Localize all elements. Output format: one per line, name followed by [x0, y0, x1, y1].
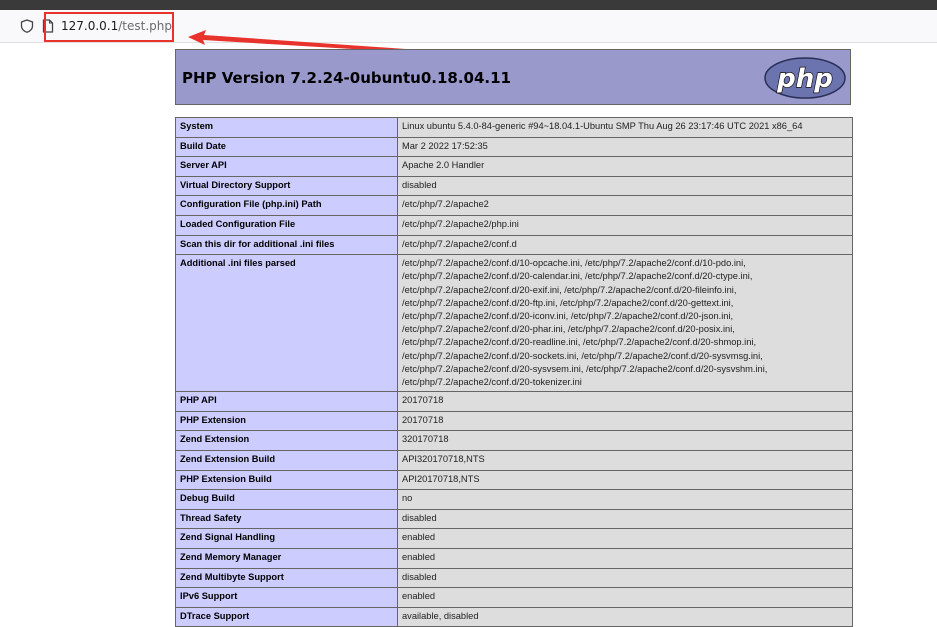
- row-label: Build Date: [175, 136, 398, 158]
- row-value: enabled: [397, 528, 853, 549]
- row-label: Zend Extension Build: [175, 449, 398, 471]
- table-row: PHP API 20170718: [175, 391, 853, 412]
- row-value: 20170718: [397, 391, 853, 412]
- row-value: API20170718,NTS: [397, 469, 853, 491]
- row-value: Apache 2.0 Handler: [397, 156, 853, 177]
- row-value: API320170718,NTS: [397, 449, 853, 471]
- row-label: PHP Extension: [175, 410, 398, 432]
- row-label: Scan this dir for additional .ini files: [175, 234, 398, 256]
- row-label: Virtual Directory Support: [175, 175, 398, 197]
- row-label: Server API: [175, 156, 398, 177]
- table-row: PHP Extension Build API20170718,NTS: [175, 469, 853, 491]
- table-row: Server API Apache 2.0 Handler: [175, 156, 853, 177]
- annotation-highlight-box: [44, 12, 174, 42]
- table-row: Configuration File (php.ini) Path/etc/ph…: [175, 195, 853, 216]
- row-value: available, disabled: [397, 606, 853, 627]
- table-row: Loaded Configuration File/etc/php/7.2/ap…: [175, 214, 853, 236]
- php-header: PHP Version 7.2.24-0ubuntu0.18.04.11 php: [175, 49, 851, 105]
- row-value: Linux ubuntu 5.4.0-84-generic #94~18.04.…: [397, 117, 853, 138]
- table-row: Zend Memory Manager enabled: [175, 547, 853, 569]
- table-row: Zend Extension Build API320170718,NTS: [175, 449, 853, 471]
- row-value: 20170718: [397, 410, 853, 432]
- php-logo: php: [764, 57, 846, 99]
- row-label: System: [175, 117, 398, 138]
- row-label: Zend Extension: [175, 430, 398, 451]
- row-label: Debug Build: [175, 489, 398, 510]
- row-value: Mar 2 2022 17:52:35: [397, 136, 853, 158]
- row-label: Additional .ini files parsed: [175, 254, 398, 393]
- table-row: System Linux ubuntu 5.4.0-84-generic #94~…: [175, 117, 853, 138]
- page-title: PHP Version 7.2.24-0ubuntu0.18.04.11: [182, 69, 511, 87]
- row-label: Zend Multibyte Support: [175, 567, 398, 589]
- row-value: /etc/php/7.2/apache2/conf.d: [397, 234, 853, 256]
- table-row: Build Date Mar 2 2022 17:52:35: [175, 136, 853, 158]
- table-row: Additional .ini files parsed/etc/php/7.2…: [175, 254, 853, 393]
- row-label: PHP Extension Build: [175, 469, 398, 491]
- row-value: /etc/php/7.2/apache2/php.ini: [397, 214, 853, 236]
- window-titlebar: [0, 0, 937, 10]
- row-label: Zend Signal Handling: [175, 528, 398, 549]
- row-label: Configuration File (php.ini) Path: [175, 195, 398, 216]
- row-label: Loaded Configuration File: [175, 214, 398, 236]
- table-row: Scan this dir for additional .ini files /…: [175, 234, 853, 256]
- row-value: no: [397, 489, 853, 510]
- table-row: Debug Build no: [175, 489, 853, 510]
- php-info-table: System Linux ubuntu 5.4.0-84-generic #94~…: [175, 117, 853, 627]
- shield-icon[interactable]: [20, 19, 34, 33]
- row-value: disabled: [397, 567, 853, 589]
- row-label: Zend Memory Manager: [175, 547, 398, 569]
- table-row: Zend Signal Handling enabled: [175, 528, 853, 549]
- row-label: PHP API: [175, 391, 398, 412]
- row-value: disabled: [397, 508, 853, 530]
- row-value: enabled: [397, 547, 853, 569]
- table-row: Thread Safety disabled: [175, 508, 853, 530]
- row-label: Thread Safety: [175, 508, 398, 530]
- table-row: DTrace Support available, disabled: [175, 606, 853, 627]
- row-label: DTrace Support: [175, 606, 398, 627]
- row-value: /etc/php/7.2/apache2: [397, 195, 853, 216]
- row-value: disabled: [397, 175, 853, 197]
- row-value: /etc/php/7.2/apache2/conf.d/10-opcache.i…: [397, 254, 853, 393]
- table-row: PHP Extension 20170718: [175, 410, 853, 432]
- table-row: Zend Extension 320170718: [175, 430, 853, 451]
- table-row: Zend Multibyte Support disabled: [175, 567, 853, 589]
- php-logo-text: php: [776, 64, 833, 94]
- table-row: Virtual Directory Support disabled: [175, 175, 853, 197]
- row-value: 320170718: [397, 430, 853, 451]
